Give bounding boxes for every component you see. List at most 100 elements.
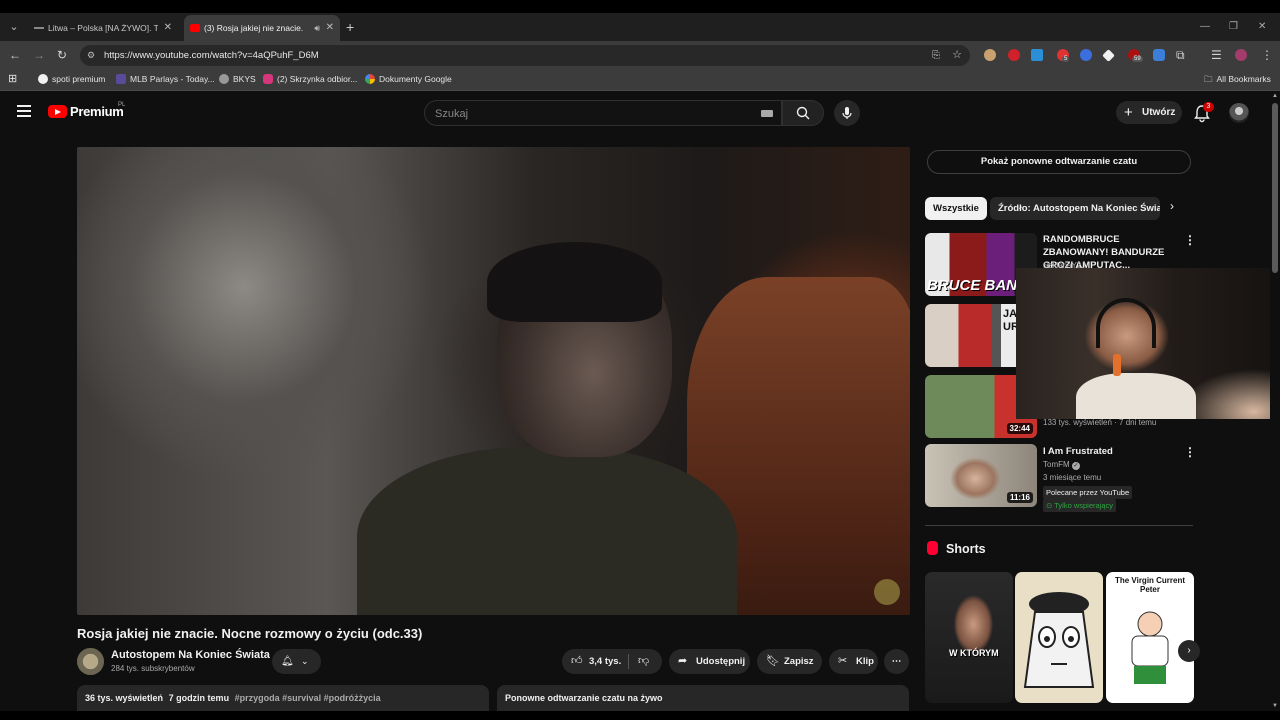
recommendation-title[interactable]: I Am Frustrated [1043, 445, 1179, 458]
more-vertical-icon[interactable]: ⋮ [1184, 445, 1196, 459]
reading-list-icon[interactable]: ☰ [1211, 41, 1222, 69]
upload-age: 7 godzin temu [168, 693, 230, 703]
bookmark-label: (2) Skrzynka odbior... [277, 74, 358, 84]
extension-badge: 5 [1062, 56, 1070, 62]
apps-grid-icon[interactable]: ⊞ [8, 69, 17, 90]
forward-icon[interactable]: → [33, 41, 45, 69]
members-only-badge: ⊙ Tylko wspierający [1043, 499, 1117, 512]
back-icon[interactable]: ← [9, 41, 21, 69]
subscription-notifications-button[interactable]: 🔔︎ ⌄ [272, 649, 321, 674]
scroll-up-icon[interactable]: ▲ [1272, 93, 1278, 99]
close-icon[interactable]: ✕ [326, 15, 334, 41]
recommendation-item[interactable]: 11:16 I Am Frustrated TomFM ✓ 3 miesiące… [925, 444, 1196, 512]
bookmark-item[interactable]: BKYS [219, 69, 256, 90]
search-box[interactable] [424, 100, 782, 126]
minimize-icon[interactable]: — [1200, 13, 1210, 41]
clip-label: Klip [856, 656, 874, 667]
save-button[interactable]: 🔖︎ Zapisz [757, 649, 822, 674]
profile-avatar-icon[interactable] [1235, 49, 1247, 61]
hamburger-menu-icon[interactable] [17, 105, 31, 117]
tab-search-icon[interactable]: ⌄ [6, 19, 22, 35]
show-chat-replay-button[interactable]: Pokaż ponowne odtwarzanie czatu [927, 150, 1191, 174]
reload-icon[interactable]: ↻ [57, 41, 67, 69]
bookmark-star-icon[interactable]: ☆ [952, 45, 962, 66]
share-icon: ➦ [678, 655, 688, 667]
scissors-icon: ✂ [838, 655, 848, 667]
extension-icon[interactable] [984, 49, 996, 61]
url-text[interactable]: https://www.youtube.com/watch?v=4aQPuhF_… [104, 45, 319, 66]
youtube-premium-logo[interactable]: Premium [70, 104, 124, 119]
more-horizontal-icon: ⋯ [891, 656, 902, 667]
all-bookmarks-label: All Bookmarks [1216, 74, 1271, 84]
search-input[interactable] [435, 105, 745, 122]
headset-icon [1096, 298, 1156, 348]
short-item[interactable] [1015, 572, 1103, 703]
account-avatar[interactable] [1229, 103, 1249, 123]
github-icon [38, 74, 48, 84]
video-thumbnail[interactable]: 11:16 [925, 444, 1037, 507]
search-button[interactable] [782, 100, 824, 126]
extension-icon[interactable] [1080, 49, 1092, 61]
recommendation-meta: 133 tys. wyświetleń · 7 dni temu [1043, 418, 1157, 427]
bookmarks-bar: ⊞ spoti premium MLB Parlays - Today... B… [0, 69, 1280, 91]
create-button[interactable]: + Utwórz [1116, 101, 1182, 124]
browser-tab[interactable]: Litwa – Polska [NA ŻYWO]. Tran ✕ [28, 15, 178, 41]
bookmark-item[interactable]: (2) Skrzynka odbior... [263, 69, 357, 90]
youtube-logo-icon[interactable] [48, 105, 67, 118]
verified-check-icon: ✓ [1071, 462, 1080, 470]
bookmark-label: spoti premium [52, 74, 106, 84]
site-info-icon[interactable]: ⚙ [87, 45, 95, 66]
video-person-body [357, 447, 737, 615]
recommendation-channel[interactable]: TomFM ✓ [1043, 460, 1080, 470]
voice-search-button[interactable] [834, 100, 860, 126]
subscriber-count: 284 tys. subskrybentów [111, 664, 195, 673]
bookmark-item[interactable]: spoti premium [38, 69, 105, 90]
thumbs-down-icon[interactable]: 👎︎ [638, 649, 649, 674]
bookmark-item[interactable]: MLB Parlays - Today... [116, 69, 215, 90]
page-scrollbar[interactable]: ▲ ▼ [1270, 91, 1280, 711]
more-vertical-icon[interactable]: ⋮ [1184, 233, 1196, 247]
scrollbar-thumb[interactable] [1272, 103, 1278, 273]
webcam-carrot [1113, 354, 1121, 376]
address-bar[interactable]: ⚙ https://www.youtube.com/watch?v=4aQPuh… [80, 45, 970, 66]
extension-icon[interactable] [1008, 49, 1020, 61]
chevron-right-icon[interactable]: › [1170, 199, 1174, 213]
extensions-puzzle-icon[interactable]: ⧉ [1176, 41, 1185, 69]
channel-avatar[interactable] [77, 648, 104, 675]
chip-all[interactable]: Wszystkie [925, 197, 987, 220]
share-label: Udostępnij [696, 656, 746, 667]
youtube-favicon-icon [190, 24, 200, 32]
chevron-right-icon[interactable]: › [1178, 640, 1200, 662]
browser-menu-icon[interactable]: ⋮ [1261, 41, 1273, 69]
chip-source[interactable]: Źródło: Autostopem Na Koniec Świata [990, 197, 1160, 220]
extension-icon[interactable] [1031, 49, 1043, 61]
window-close-icon[interactable]: ✕ [1258, 13, 1266, 41]
scroll-down-icon[interactable]: ▼ [1272, 703, 1278, 709]
short-item[interactable]: The Virgin Current Peter [1106, 572, 1194, 703]
speaker-icon[interactable]: 🔊︎ [314, 15, 320, 41]
section-divider [925, 525, 1193, 526]
youtube-header: Premium PL + Utwórz 3 [0, 91, 1270, 135]
short-item[interactable]: W KTÓRYM [925, 572, 1013, 703]
video-player[interactable] [77, 147, 910, 615]
extension-icon[interactable] [1102, 49, 1115, 62]
hashtags[interactable]: #przygoda #survival #podróżżycia [235, 693, 381, 703]
channel-watermark-icon[interactable] [874, 579, 900, 605]
all-bookmarks[interactable]: 🗀︎ All Bookmarks [1204, 69, 1271, 90]
thumbs-up-icon[interactable]: 👍︎ [571, 649, 583, 674]
video-person-hair [487, 242, 662, 322]
like-count[interactable]: 3,4 tys. [589, 649, 621, 674]
close-icon[interactable]: ✕ [164, 15, 172, 41]
keyboard-icon[interactable] [761, 110, 773, 117]
restore-icon[interactable]: ❐ [1229, 13, 1238, 41]
channel-name[interactable]: Autostopem Na Koniec Świata [111, 649, 270, 661]
bookmark-item[interactable]: Dokumenty Google [365, 69, 452, 90]
extension-icon[interactable] [1153, 49, 1165, 61]
new-tab-icon[interactable]: + [346, 13, 354, 41]
clip-button[interactable]: ✂ Klip [829, 649, 878, 674]
install-app-icon[interactable]: ⎘ [932, 45, 940, 66]
browser-tab-active[interactable]: (3) Rosja jakiej nie znacie. N 🔊︎ ✕ [184, 15, 340, 41]
more-actions-button[interactable]: ⋯ [884, 649, 909, 674]
short-caption: W KTÓRYM [949, 648, 999, 658]
share-button[interactable]: ➦ Udostępnij [669, 649, 750, 674]
